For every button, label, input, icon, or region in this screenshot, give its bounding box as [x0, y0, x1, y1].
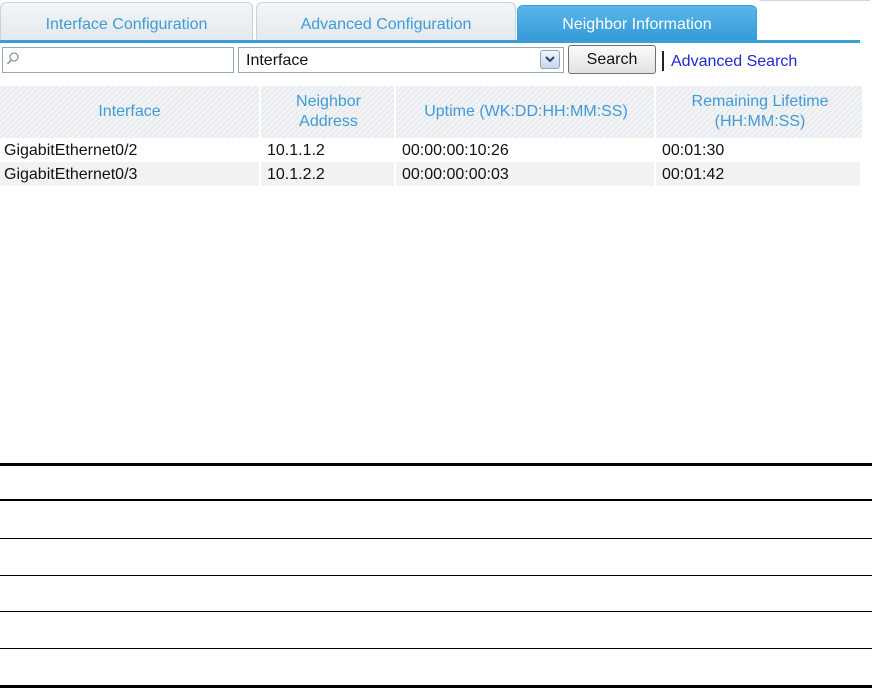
cell-neighbor-address: 10.1.2.2 [263, 162, 396, 186]
table-rule-top [0, 463, 872, 466]
cell-interface: GigabitEthernet0/2 [0, 138, 261, 162]
table-row[interactable]: GigabitEthernet0/2 10.1.1.2 00:00:00:10:… [0, 138, 862, 162]
tab-neighbor-information[interactable]: Neighbor Information [517, 5, 757, 41]
column-header-remaining-lifetime[interactable]: Remaining Lifetime (HH:MM:SS) [658, 86, 862, 138]
advanced-search-link[interactable]: Advanced Search [671, 53, 797, 71]
cell-remaining-lifetime: 00:01:42 [658, 162, 862, 186]
neighbor-table: Interface Neighbor Address Uptime (WK:DD… [0, 86, 862, 186]
page: Interface Configuration Advanced Configu… [0, 0, 874, 689]
column-header-uptime[interactable]: Uptime (WK:DD:HH:MM:SS) [398, 86, 656, 138]
tab-underline [0, 40, 860, 43]
search-input[interactable] [21, 50, 229, 70]
table-rule [0, 648, 872, 649]
cell-interface: GigabitEthernet0/3 [0, 162, 261, 186]
table-rule-bottom [0, 685, 872, 688]
cell-uptime: 00:00:00:10:26 [398, 138, 656, 162]
cell-uptime: 00:00:00:00:03 [398, 162, 656, 186]
cell-remaining-lifetime: 00:01:30 [658, 138, 862, 162]
search-field-select[interactable]: Interface [238, 47, 564, 73]
tab-bar-edge [760, 0, 870, 3]
cell-neighbor-address: 10.1.1.2 [263, 138, 396, 162]
search-input-box[interactable] [2, 47, 234, 73]
table-rule-header [0, 499, 872, 501]
column-header-remaining-lifetime-label: Remaining Lifetime (HH:MM:SS) [691, 93, 829, 130]
table-rule [0, 611, 872, 612]
table-rule [0, 575, 872, 576]
table-rule [0, 538, 872, 539]
column-header-neighbor-address[interactable]: Neighbor Address [263, 86, 396, 138]
search-icon [6, 52, 19, 65]
search-button[interactable]: Search [568, 45, 656, 74]
search-bar: Interface Search Advanced Search [0, 45, 874, 77]
separator [662, 51, 664, 71]
column-header-interface[interactable]: Interface [0, 86, 261, 138]
search-field-selected: Interface [246, 52, 309, 69]
tab-interface-configuration[interactable]: Interface Configuration [0, 2, 253, 40]
table-row[interactable]: GigabitEthernet0/3 10.1.2.2 00:00:00:00:… [0, 162, 862, 186]
table-header: Interface Neighbor Address Uptime (WK:DD… [0, 86, 862, 138]
tab-bar: Interface Configuration Advanced Configu… [0, 0, 874, 44]
column-header-neighbor-address-label: Neighbor Address [296, 93, 361, 130]
dropdown-button[interactable] [540, 50, 560, 69]
chevron-down-icon [545, 56, 555, 63]
tab-advanced-configuration[interactable]: Advanced Configuration [256, 2, 516, 40]
